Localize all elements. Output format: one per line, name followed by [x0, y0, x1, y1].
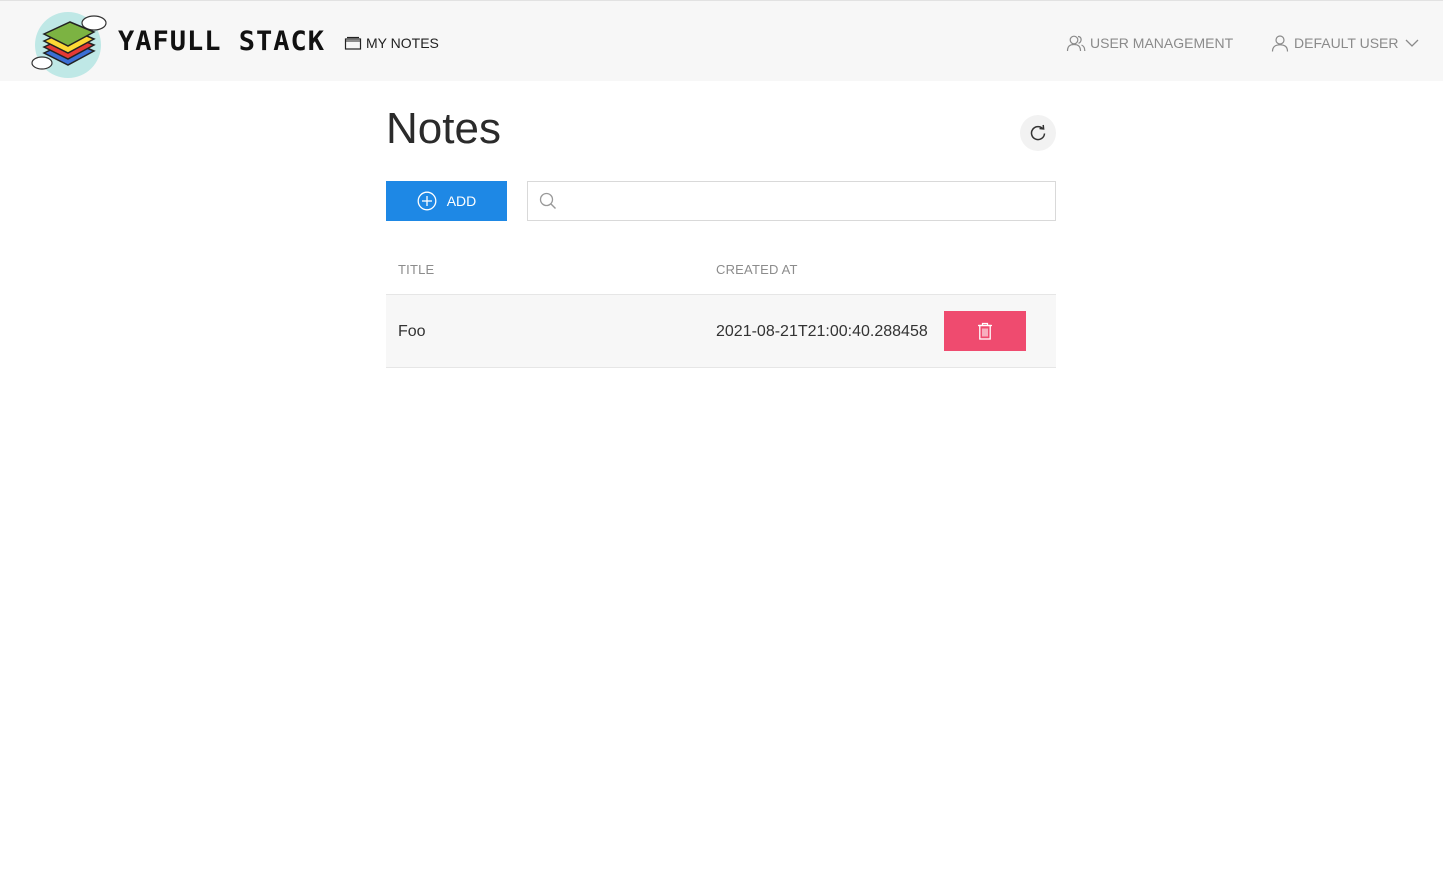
nav-my-notes[interactable]: MY NOTES	[344, 32, 439, 54]
table-row[interactable]: Foo 2021-08-21T21:00:40.288458	[386, 295, 1056, 368]
search-input[interactable]	[565, 183, 1055, 219]
search-box	[527, 181, 1056, 221]
column-header-created-at[interactable]: CREATED AT	[716, 262, 798, 277]
folder-icon	[344, 36, 362, 50]
refresh-icon	[1030, 124, 1046, 141]
user-icon	[1271, 35, 1289, 52]
search-icon	[539, 192, 556, 209]
add-note-label: ADD	[446, 193, 477, 209]
add-note-button[interactable]: ADD	[386, 181, 507, 221]
users-icon	[1066, 35, 1086, 52]
table-header: TITLE CREATED AT	[386, 247, 1056, 295]
page-title: Notes	[386, 104, 501, 153]
top-navigation-bar: YAFULL STACK MY NOTES USER MANAGEMENT DE…	[0, 0, 1443, 81]
user-menu-dropdown[interactable]: DEFAULT USER	[1270, 32, 1419, 54]
user-menu-label: DEFAULT USER	[1294, 35, 1399, 51]
plus-circle-icon	[417, 191, 437, 211]
note-title-cell: Foo	[398, 323, 426, 340]
chevron-down-icon	[1405, 39, 1418, 47]
brand-name: YAFULL STACK	[118, 26, 326, 57]
refresh-button[interactable]	[1020, 115, 1056, 151]
column-header-title[interactable]: TITLE	[398, 262, 434, 277]
nav-user-management[interactable]: USER MANAGEMENT	[1066, 32, 1233, 54]
app-logo[interactable]	[28, 7, 108, 79]
notes-table: TITLE CREATED AT Foo 2021-08-21T21:00:40…	[386, 247, 1056, 368]
note-created-at-cell: 2021-08-21T21:00:40.288458	[716, 323, 928, 340]
nav-user-management-label: USER MANAGEMENT	[1090, 35, 1234, 51]
delete-note-button[interactable]	[944, 311, 1026, 351]
nav-my-notes-label: MY NOTES	[366, 35, 439, 51]
trash-icon	[978, 322, 992, 340]
